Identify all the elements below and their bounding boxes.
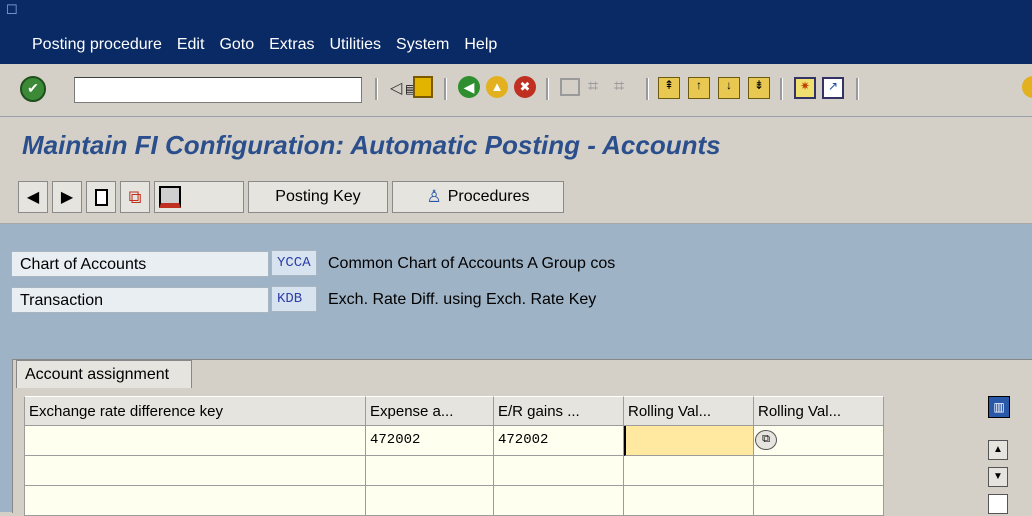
print-icon[interactable]: [560, 78, 580, 96]
first-page-icon[interactable]: ⇞: [658, 77, 680, 99]
back-arrow-icon[interactable]: ◁: [390, 78, 402, 98]
application-toolbar: ◀ ▶ ⧉ Posting Key ♙ Procedures: [0, 173, 1032, 224]
find-next-icon[interactable]: ⌗: [614, 76, 624, 97]
transaction-field: KDB: [271, 286, 317, 312]
exit-icon[interactable]: ▲: [486, 76, 508, 98]
expense-account-cell[interactable]: [366, 456, 494, 486]
delete-icon: [159, 186, 181, 208]
column-header[interactable]: E/R gains ...: [494, 396, 624, 426]
previous-entry-button[interactable]: ◀: [18, 181, 48, 213]
next-page-icon[interactable]: ↓: [718, 77, 740, 99]
gains-account-cell[interactable]: 472002: [494, 426, 624, 456]
posting-key-button[interactable]: Posting Key: [248, 181, 388, 213]
page-title: Maintain FI Configuration: Automatic Pos…: [22, 130, 721, 160]
menu-help[interactable]: Help: [464, 36, 497, 54]
toolbar-separator: [856, 78, 859, 100]
menu-edit[interactable]: Edit: [177, 36, 205, 54]
scroll-up-button[interactable]: ▲: [988, 440, 1008, 460]
column-header[interactable]: Rolling Val...: [624, 396, 754, 426]
scroll-down-button[interactable]: ▼: [988, 467, 1008, 487]
tab-account-assignment[interactable]: Account assignment: [16, 360, 193, 388]
menu-bar: ☐ Posting procedure Edit Goto Extras Uti…: [0, 0, 1032, 64]
shortcut-icon[interactable]: ↗: [822, 77, 844, 99]
help-icon[interactable]: [1022, 76, 1032, 98]
system-menu-icon[interactable]: ☐: [6, 2, 20, 17]
find-icon[interactable]: ⌗: [588, 76, 598, 97]
procedures-button[interactable]: ♙ Procedures: [392, 181, 564, 213]
content-area: Chart of Accounts YCCA Common Chart of A…: [0, 224, 1032, 516]
toolbar-separator: [444, 78, 447, 100]
chart-of-accounts-description: Common Chart of Accounts A Group cos: [328, 255, 616, 272]
column-header[interactable]: Rolling Val...: [754, 396, 884, 426]
command-field[interactable]: ▤: [74, 77, 416, 103]
exchange-rate-key-cell[interactable]: [24, 456, 366, 486]
menu-extras[interactable]: Extras: [269, 36, 314, 54]
copy-button[interactable]: ⧉: [120, 181, 150, 213]
create-session-icon[interactable]: ✷: [794, 77, 816, 99]
gains-account-cell[interactable]: [494, 456, 624, 486]
enter-checkmark-icon[interactable]: ✔: [20, 76, 46, 102]
chart-of-accounts-label: Chart of Accounts: [11, 251, 269, 277]
column-settings-icon[interactable]: ▥: [988, 396, 1010, 418]
copy-icon: ⧉: [128, 186, 142, 207]
delete-button[interactable]: [154, 181, 244, 213]
menu-goto[interactable]: Goto: [219, 36, 254, 54]
procedures-label: Procedures: [447, 188, 530, 205]
save-icon[interactable]: [413, 76, 433, 98]
back-icon[interactable]: ◀: [458, 76, 480, 98]
menu-utilities[interactable]: Utilities: [329, 36, 381, 54]
transaction-label: Transaction: [11, 287, 269, 313]
previous-page-icon[interactable]: ↑: [688, 77, 710, 99]
new-document-icon: [94, 188, 108, 206]
scroll-track[interactable]: [988, 494, 1008, 514]
next-entry-button[interactable]: ▶: [52, 181, 82, 213]
procedures-icon: ♙: [426, 187, 442, 206]
value-help-icon[interactable]: ⧉: [755, 430, 777, 450]
menu-system[interactable]: System: [396, 36, 449, 54]
exchange-rate-key-cell[interactable]: [24, 426, 366, 456]
last-page-icon[interactable]: ⇟: [748, 77, 770, 99]
toolbar-separator: [546, 78, 549, 100]
expense-account-cell[interactable]: 472002: [366, 426, 494, 456]
standard-toolbar: ✔ ▤ ◁ ◀ ▲ ✖ ⌗ ⌗ ⇞ ↑ ↓ ⇟ ✷ ↗: [0, 64, 1032, 117]
cancel-icon[interactable]: ✖: [514, 76, 536, 98]
rolling-valuation-cell[interactable]: [754, 456, 884, 486]
column-header[interactable]: Expense a...: [366, 396, 494, 426]
transaction-description: Exch. Rate Diff. using Exch. Rate Key: [328, 291, 597, 308]
rolling-valuation-cell[interactable]: [624, 426, 754, 456]
menu-posting-procedure[interactable]: Posting procedure: [32, 36, 162, 54]
toolbar-separator: [646, 78, 649, 100]
new-entry-button[interactable]: [86, 181, 116, 213]
rolling-valuation-cell[interactable]: ⧉: [754, 426, 884, 456]
chart-of-accounts-field: YCCA: [271, 250, 317, 276]
title-bar: Maintain FI Configuration: Automatic Pos…: [0, 117, 1032, 173]
rolling-valuation-cell[interactable]: [624, 456, 754, 486]
tab-label: Account assignment: [25, 366, 170, 383]
toolbar-separator: [375, 78, 378, 100]
column-header[interactable]: Exchange rate difference key: [24, 396, 366, 426]
toolbar-separator: [780, 78, 783, 100]
